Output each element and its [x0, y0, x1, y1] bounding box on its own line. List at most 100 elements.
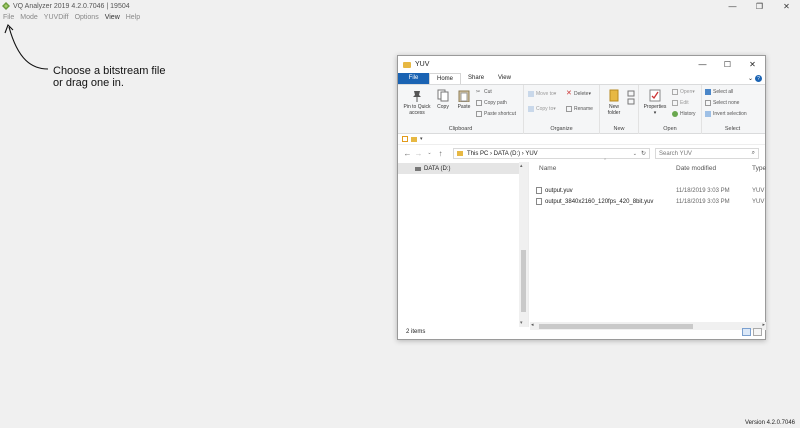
invert-selection-icon — [705, 111, 711, 117]
new-folder-button[interactable]: New folder — [604, 89, 624, 116]
open-icon — [672, 89, 678, 95]
cut-button[interactable]: ✂ Cut — [476, 89, 492, 95]
menu-options[interactable]: Options — [72, 12, 102, 23]
sort-caret-icon: ⌃ — [603, 158, 608, 164]
pin-icon — [413, 91, 421, 102]
column-header-type[interactable]: Type — [752, 165, 766, 172]
copy-path-button[interactable]: Copy path — [476, 100, 507, 106]
file-name: output_3840x2160_120fps_420_8bit.yuv — [545, 198, 654, 205]
app-logo-icon — [2, 2, 10, 10]
rename-icon — [566, 106, 572, 112]
address-bar[interactable]: This PC › DATA (D:) › YUV ⌄ ↻ — [453, 148, 650, 159]
new-item-icon — [627, 90, 635, 105]
explorer-maximize-button[interactable]: ☐ — [715, 56, 740, 73]
open-label: Open — [680, 89, 693, 95]
explorer-minimize-button[interactable]: — — [690, 56, 715, 73]
menu-help[interactable]: Help — [123, 12, 143, 23]
paste-button[interactable]: Paste — [454, 89, 474, 110]
tab-share[interactable]: Share — [461, 73, 491, 84]
version-label: Version 4.2.0.7046 — [744, 420, 795, 426]
empty-state-hint: Choose a bitstream file or drag one in. — [53, 65, 166, 89]
explorer-close-button[interactable]: ✕ — [740, 56, 765, 73]
close-button[interactable]: ✕ — [773, 0, 800, 12]
ribbon: Pin to Quick access Copy Paste ✂ Cut Copy… — [398, 84, 765, 134]
move-to-icon — [528, 91, 534, 97]
new-folder-icon — [609, 89, 619, 102]
search-icon[interactable]: ⌕ — [752, 150, 755, 157]
breadcrumb[interactable]: This PC › DATA (D:) › YUV — [467, 151, 538, 157]
copy-to-button[interactable]: Copy to ▾ — [528, 106, 556, 112]
delete-button[interactable]: ✕ Delete ▾ — [566, 90, 591, 97]
open-button[interactable]: Open ▾ — [672, 89, 695, 95]
rename-button[interactable]: Rename — [566, 106, 593, 112]
nav-scrollbar-thumb[interactable] — [521, 250, 526, 312]
maximize-button[interactable]: ❐ — [746, 0, 773, 12]
edit-button[interactable]: Edit — [672, 100, 689, 106]
status-bar: 2 items — [398, 325, 765, 339]
copy-icon — [437, 89, 449, 102]
file-name: output.yuv — [545, 187, 573, 194]
app-titlebar: VQ Analyzer 2019 4.2.0.7046 | 19504 — [0, 0, 800, 12]
up-arrow-icon[interactable]: ↑ — [435, 149, 446, 158]
explorer-titlebar: YUV — ☐ ✕ — [398, 56, 765, 73]
column-header-date[interactable]: Date modified — [676, 165, 716, 172]
select-none-button[interactable]: Select none — [705, 100, 739, 106]
copy-to-label: Copy to — [536, 106, 554, 112]
back-arrow-icon[interactable]: ← — [402, 149, 413, 158]
group-label-select: Select — [724, 126, 741, 132]
chevron-down-icon[interactable]: ⌄ — [633, 151, 637, 157]
recent-locations-icon[interactable]: ⌄ — [424, 150, 435, 156]
paste-label: Paste — [457, 104, 471, 110]
tab-home[interactable]: Home — [429, 73, 462, 84]
refresh-icon[interactable]: ↻ — [641, 150, 646, 157]
file-row[interactable]: output_3840x2160_120fps_420_8bit.yuv 11/… — [536, 196, 766, 207]
ribbon-group-select: Select all Select none Invert selection … — [702, 85, 763, 134]
file-date: 11/18/2019 3:03 PM — [676, 198, 730, 205]
properties-quick-icon[interactable] — [402, 136, 408, 142]
cut-label: Cut — [484, 89, 492, 95]
invert-selection-button[interactable]: Invert selection — [705, 111, 747, 117]
navigation-pane: DATA (D:) ▴ ▾ — [398, 162, 529, 327]
search-input[interactable]: Search YUV ⌕ — [655, 148, 759, 159]
select-none-label: Select none — [713, 100, 740, 106]
tab-file[interactable]: File — [398, 73, 429, 84]
menu-view[interactable]: View — [102, 12, 123, 23]
move-to-button[interactable]: Move to ▾ — [528, 91, 556, 97]
drive-icon — [415, 166, 421, 171]
details-view-icon[interactable] — [742, 328, 751, 336]
tab-view[interactable]: View — [491, 73, 518, 84]
group-label-clipboard: Clipboard — [448, 126, 473, 132]
file-icon — [536, 187, 542, 194]
scroll-up-icon[interactable]: ▴ — [520, 163, 523, 169]
properties-button[interactable]: Properties ▾ — [641, 89, 669, 116]
paste-shortcut-icon — [476, 111, 482, 117]
file-explorer-window: YUV — ☐ ✕ File Home Share View ⌄ ? Pin t… — [397, 55, 766, 340]
paste-shortcut-button[interactable]: Paste shortcut — [476, 111, 516, 117]
edit-label: Edit — [680, 100, 689, 106]
large-icons-view-icon[interactable] — [753, 328, 762, 336]
app-window-controls: — ❐ ✕ — [719, 0, 800, 12]
copy-to-icon — [528, 106, 534, 112]
file-row[interactable]: output.yuv 11/18/2019 3:03 PM YUV — [536, 185, 766, 196]
item-count: 2 items — [406, 329, 426, 335]
nav-item-drive[interactable]: DATA (D:) — [398, 163, 519, 174]
pin-quick-access-button[interactable]: Pin to Quick access — [401, 89, 433, 116]
forward-arrow-icon[interactable]: → — [413, 149, 424, 158]
copy-path-label: Copy path — [484, 100, 507, 106]
column-header-name[interactable]: Name — [539, 165, 556, 172]
minimize-button[interactable]: — — [719, 0, 746, 12]
history-label: History — [680, 111, 696, 117]
select-all-icon — [705, 89, 711, 95]
edit-icon — [672, 100, 678, 106]
help-icon[interactable]: ? — [755, 75, 762, 82]
new-folder-quick-icon[interactable] — [411, 136, 417, 142]
file-list: Name ⌃ Date modified Type output.yuv 11/… — [529, 158, 766, 330]
select-all-button[interactable]: Select all — [705, 89, 733, 95]
nav-scrollbar[interactable]: ▴ ▾ — [519, 162, 528, 327]
copy-button[interactable]: Copy — [434, 89, 452, 110]
chevron-down-icon[interactable]: ⌄ — [748, 75, 753, 82]
history-button[interactable]: History — [672, 111, 696, 117]
rename-label: Rename — [574, 106, 593, 112]
explorer-title: YUV — [415, 61, 430, 68]
customize-toolbar-icon[interactable]: ▾ — [420, 136, 423, 142]
